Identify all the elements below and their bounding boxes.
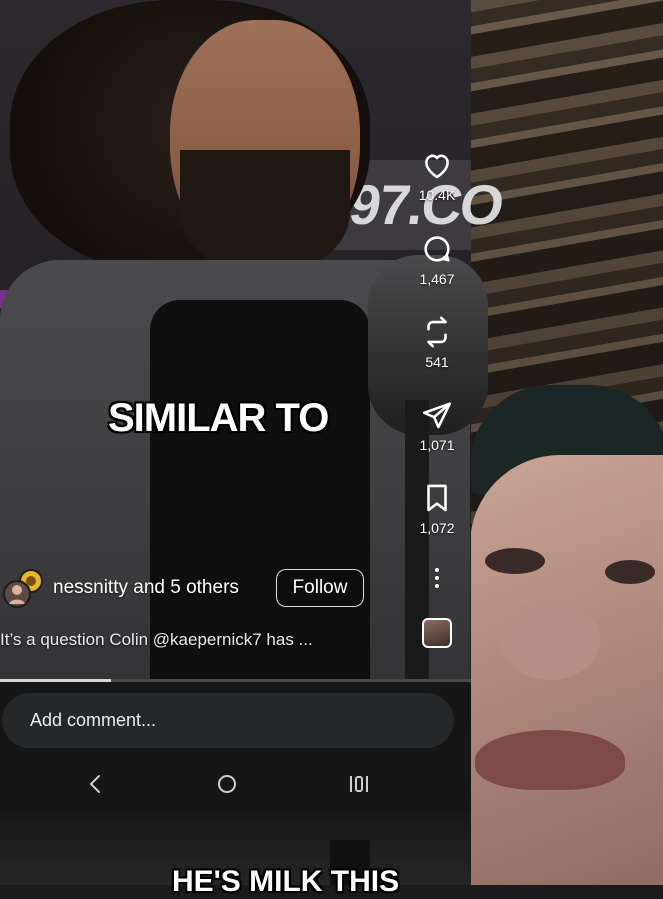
save-button[interactable]: 1,072	[407, 481, 467, 536]
comment-button[interactable]: 1,467	[407, 232, 467, 287]
bookmark-icon	[427, 484, 447, 512]
more-button[interactable]	[428, 566, 446, 592]
send-icon	[422, 402, 452, 429]
reaction-person-mouth	[475, 730, 625, 790]
nav-recents-button[interactable]	[334, 762, 384, 806]
repost-button[interactable]: 541	[407, 315, 467, 370]
nav-home-button[interactable]	[202, 762, 252, 806]
share-button[interactable]: 1,071	[407, 398, 467, 453]
nav-back-button[interactable]	[70, 762, 120, 806]
save-count: 1,072	[419, 520, 455, 536]
post-caption[interactable]: It’s a question Colin @kaepernick7 has .…	[0, 630, 380, 650]
speaker-shirt	[150, 300, 370, 680]
like-button[interactable]: 10.4K	[407, 148, 467, 203]
home-icon	[218, 775, 236, 793]
comment-icon	[424, 236, 450, 262]
like-count: 10.4K	[418, 187, 456, 203]
heart-icon	[425, 154, 449, 179]
speaker-beard	[180, 150, 350, 275]
reaction-person-eye	[605, 560, 655, 584]
more-icon	[435, 568, 439, 588]
reaction-caption-overlay: HE'S MILK THIS	[172, 865, 400, 898]
author-others[interactable]: and 5 others	[133, 577, 239, 598]
audio-thumbnail[interactable]	[422, 618, 452, 648]
recents-icon	[350, 776, 368, 792]
follow-button[interactable]: Follow	[276, 569, 364, 607]
comment-input[interactable]: Add comment...	[2, 693, 454, 748]
repost-count: 541	[425, 354, 449, 370]
reaction-person-nose	[500, 600, 600, 680]
author-avatar-stack[interactable]	[3, 568, 43, 610]
author-line[interactable]: nessnitty and 5 others	[53, 577, 239, 599]
author-name[interactable]: nessnitty	[53, 577, 128, 598]
video-caption-overlay: SIMILAR TO	[108, 396, 329, 440]
comment-count: 1,467	[419, 271, 455, 287]
repost-icon	[427, 316, 447, 348]
share-count: 1,071	[419, 437, 455, 453]
reaction-person-eye	[485, 548, 545, 574]
back-icon	[89, 775, 100, 793]
